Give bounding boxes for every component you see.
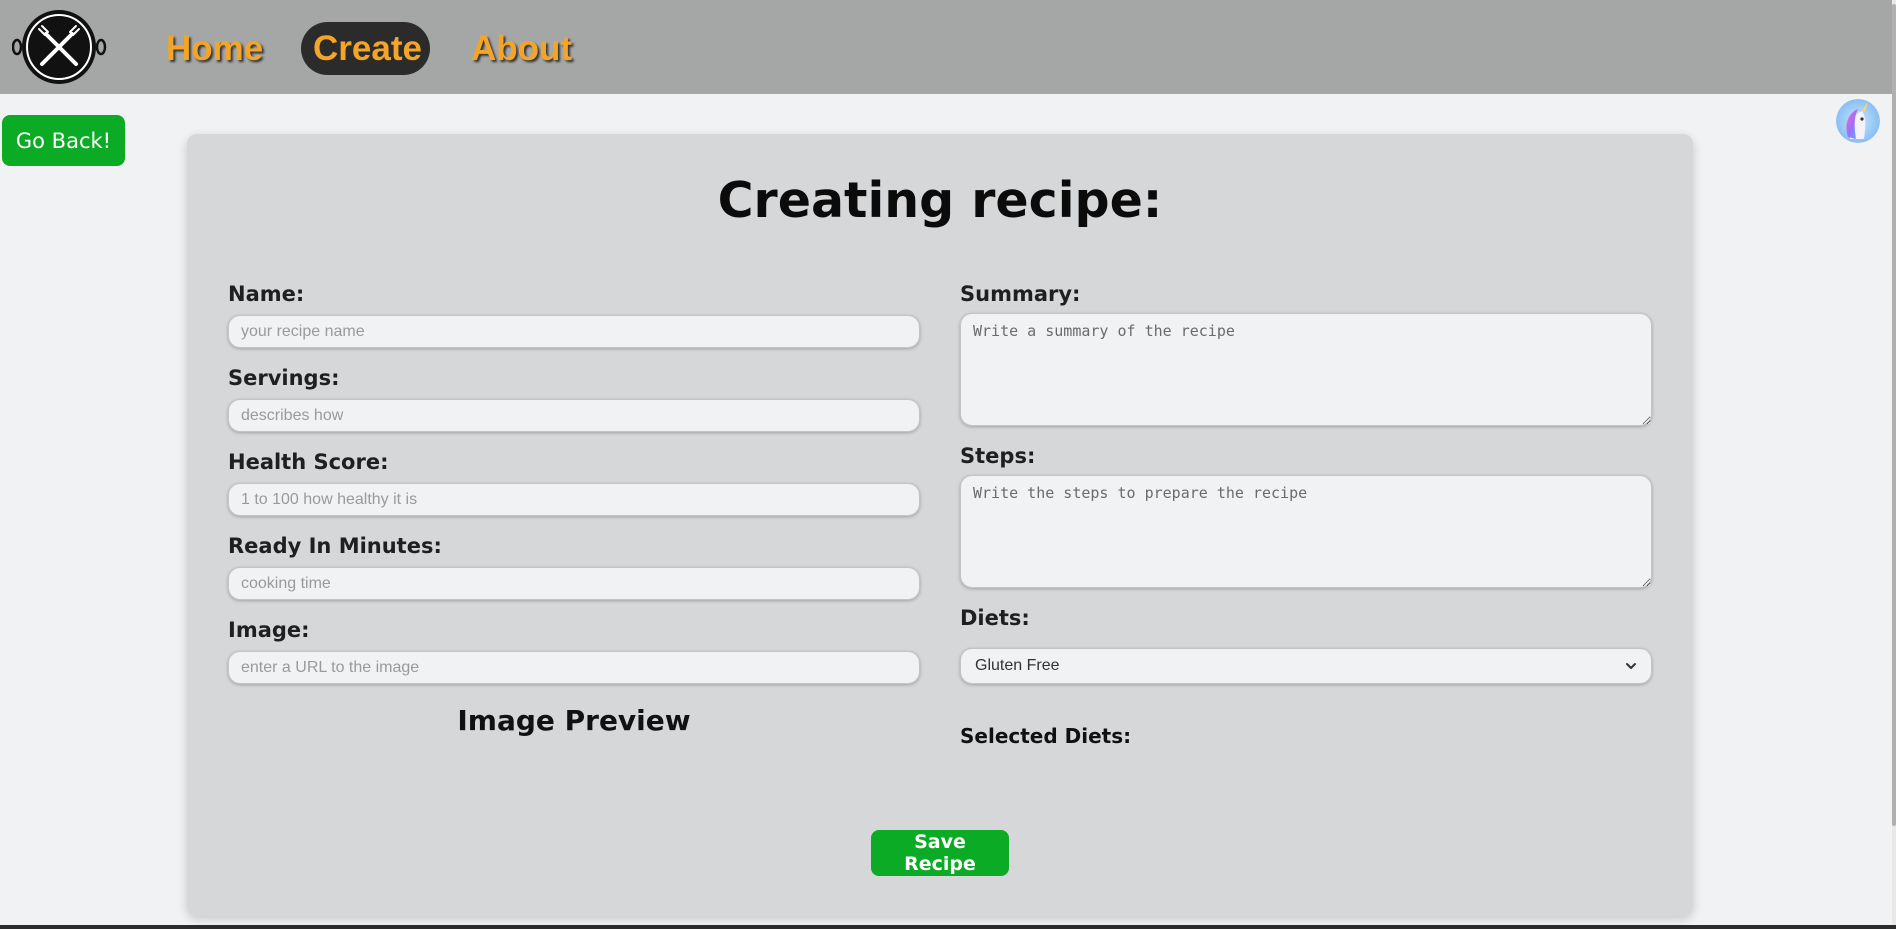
save-recipe-button[interactable]: Save Recipe [871,830,1009,876]
navbar: Home Create About [0,0,1896,94]
logo-plate-icon[interactable] [11,6,110,88]
go-back-button[interactable]: Go Back! [2,115,125,166]
chevron-down-icon [1626,663,1636,669]
servings-label: Servings: [228,366,340,390]
recipe-name-input[interactable] [228,315,920,348]
form-title: Creating recipe: [717,172,1163,229]
steps-label: Steps: [960,444,1036,468]
diets-selected-value: Gluten Free [975,657,1060,674]
servings-input[interactable] [228,399,920,432]
create-recipe-form: Creating recipe: Name: Servings: Health … [187,134,1693,916]
nav-about-link[interactable]: About [459,22,584,75]
name-label: Name: [228,282,305,306]
selected-diets-label: Selected Diets: [960,724,1132,748]
scrollbar-thumb[interactable] [1892,4,1896,826]
summary-label: Summary: [960,282,1081,306]
ready-in-minutes-label: Ready In Minutes: [228,534,442,558]
diets-label: Diets: [960,606,1030,630]
image-url-input[interactable] [228,651,920,684]
diets-select[interactable]: Gluten Free [960,648,1652,684]
image-preview-title: Image Preview [457,704,691,737]
nav-create-link[interactable]: Create [301,22,430,75]
health-score-label: Health Score: [228,450,389,474]
bottom-divider [0,925,1896,929]
ready-in-minutes-input[interactable] [228,567,920,600]
summary-textarea[interactable] [960,313,1652,426]
health-score-input[interactable] [228,483,920,516]
steps-textarea[interactable] [960,475,1652,588]
user-avatar[interactable] [1836,99,1880,143]
image-label: Image: [228,618,310,642]
nav-home-link[interactable]: Home [154,22,275,75]
